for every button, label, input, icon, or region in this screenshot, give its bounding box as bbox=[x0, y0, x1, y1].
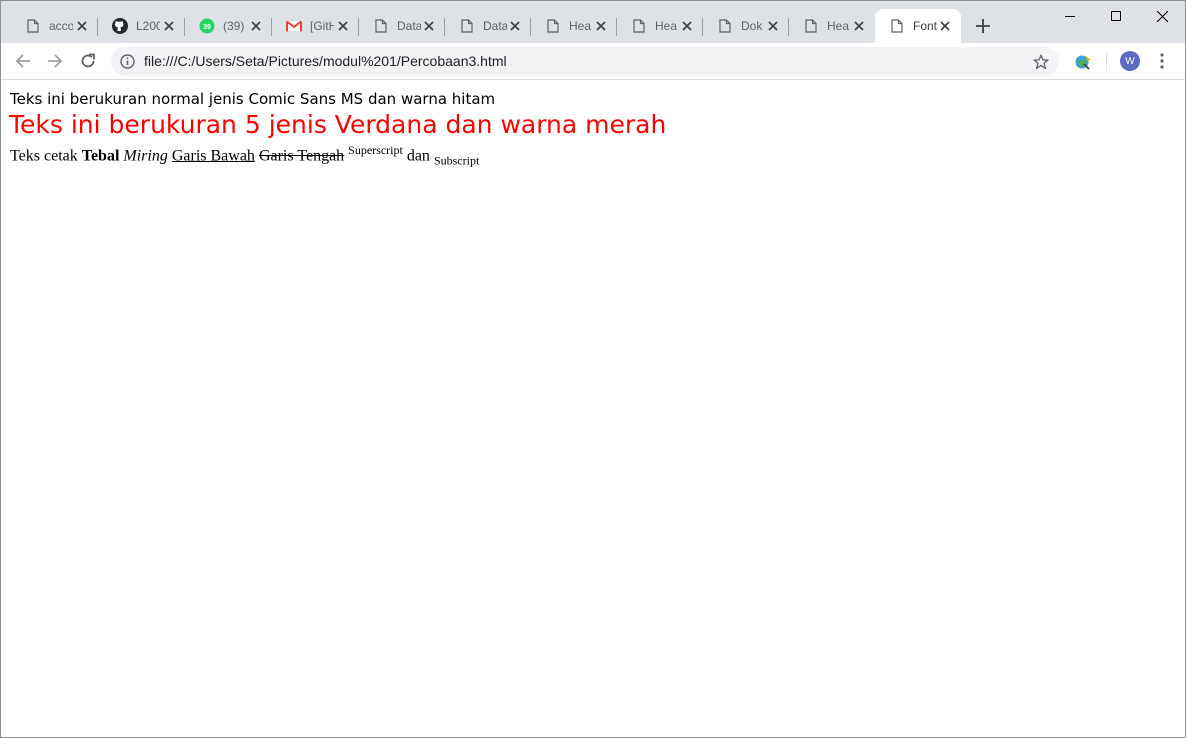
page-icon bbox=[25, 18, 41, 34]
menu-button[interactable] bbox=[1151, 50, 1173, 72]
verdana-red-line: Teks ini berukuran 5 jenis Verdana dan w… bbox=[9, 110, 667, 139]
tab-title: Data bbox=[397, 19, 421, 33]
info-icon[interactable] bbox=[119, 53, 136, 70]
close-icon[interactable] bbox=[248, 18, 264, 34]
minimize-button[interactable] bbox=[1047, 1, 1093, 31]
tab-font-active[interactable]: Font bbox=[875, 9, 961, 43]
github-icon bbox=[112, 18, 128, 34]
browser-window: account L200 39 (39) [GitHub] Data bbox=[0, 0, 1186, 738]
tab-whatsapp[interactable]: 39 (39) bbox=[185, 9, 272, 43]
close-icon[interactable] bbox=[161, 18, 177, 34]
close-icon[interactable] bbox=[851, 18, 867, 34]
page-icon bbox=[373, 18, 389, 34]
close-icon[interactable] bbox=[421, 18, 437, 34]
gmail-icon bbox=[286, 18, 302, 34]
back-arrow-icon bbox=[15, 54, 30, 68]
globe-download-icon bbox=[1075, 55, 1091, 70]
extension-button[interactable] bbox=[1072, 51, 1094, 73]
whatsapp-badge: 39 bbox=[203, 24, 211, 31]
maximize-button[interactable] bbox=[1093, 1, 1139, 31]
tab-title: (39) bbox=[223, 19, 245, 33]
reload-button[interactable] bbox=[74, 47, 102, 75]
tab-data-1[interactable]: Data bbox=[359, 9, 445, 43]
page-icon bbox=[459, 18, 475, 34]
new-tab-button[interactable] bbox=[971, 14, 995, 38]
tab-title: Hea bbox=[569, 19, 592, 33]
page-icon bbox=[717, 18, 733, 34]
toolbar-separator bbox=[1106, 53, 1107, 71]
italic-text: Miring bbox=[123, 147, 168, 165]
page-icon bbox=[803, 18, 819, 34]
comic-sans-line: Teks ini berukuran normal jenis Comic Sa… bbox=[10, 90, 496, 108]
whatsapp-icon: 39 bbox=[199, 18, 215, 34]
tab-account[interactable]: account bbox=[11, 9, 98, 43]
tab-title: Hea bbox=[827, 19, 850, 33]
forward-arrow-icon bbox=[48, 54, 63, 68]
tab-hea-2[interactable]: Hea bbox=[617, 9, 703, 43]
maximize-icon bbox=[1111, 11, 1121, 21]
tab-title: Data bbox=[483, 19, 507, 33]
page-icon bbox=[889, 18, 905, 34]
kebab-menu-icon bbox=[1160, 53, 1164, 69]
tab-dok[interactable]: Dok bbox=[703, 9, 789, 43]
dan-text: dan bbox=[406, 147, 430, 165]
tab-title: account bbox=[49, 19, 73, 33]
close-window-icon bbox=[1156, 10, 1168, 22]
close-icon[interactable] bbox=[593, 18, 609, 34]
bold-text: Tebal bbox=[81, 147, 120, 165]
subscript-text: Subscript bbox=[433, 153, 480, 168]
tab-gmail[interactable]: [GitHub] bbox=[272, 9, 359, 43]
close-icon[interactable] bbox=[679, 18, 695, 34]
page-icon bbox=[545, 18, 561, 34]
close-icon[interactable] bbox=[765, 18, 781, 34]
reload-icon bbox=[81, 53, 95, 68]
url-text[interactable]: file:///C:/Users/Seta/Pictures/modul%201… bbox=[144, 53, 507, 69]
tab-title: L200 bbox=[136, 19, 160, 33]
page-content: Teks ini berukuran normal jenis Comic Sa… bbox=[1, 80, 1185, 737]
tab-title: Dok bbox=[741, 19, 763, 33]
back-button[interactable] bbox=[9, 47, 37, 75]
strikethrough-text: Garis Tengah bbox=[258, 147, 345, 165]
bookmark-star-icon[interactable] bbox=[1031, 52, 1051, 72]
formatting-line: Teks cetak Tebal Miring Garis Bawah Gari… bbox=[10, 143, 479, 169]
tab-data-2[interactable]: Data bbox=[445, 9, 531, 43]
profile-avatar[interactable]: W bbox=[1120, 51, 1140, 71]
close-icon[interactable] bbox=[335, 18, 351, 34]
plus-icon bbox=[976, 19, 990, 33]
address-bar[interactable]: file:///C:/Users/Seta/Pictures/modul%201… bbox=[111, 47, 1059, 76]
browser-toolbar: file:///C:/Users/Seta/Pictures/modul%201… bbox=[1, 43, 1185, 80]
tab-hea-1[interactable]: Hea bbox=[531, 9, 617, 43]
tab-title: [GitHub] bbox=[310, 19, 334, 33]
prefix-text: Teks cetak bbox=[10, 147, 82, 165]
minimize-icon bbox=[1065, 16, 1075, 17]
underline-text: Garis Bawah bbox=[171, 147, 255, 165]
tab-hea-3[interactable]: Hea bbox=[789, 9, 875, 43]
tab-title: Hea bbox=[655, 19, 678, 33]
close-icon[interactable] bbox=[507, 18, 523, 34]
tab-title: Font bbox=[913, 19, 937, 33]
close-icon[interactable] bbox=[937, 18, 953, 34]
forward-button[interactable] bbox=[41, 47, 69, 75]
tab-github[interactable]: L200 bbox=[98, 9, 185, 43]
tab-strip: account L200 39 (39) [GitHub] Data bbox=[1, 1, 1185, 43]
close-icon[interactable] bbox=[74, 18, 90, 34]
page-icon bbox=[631, 18, 647, 34]
superscript-text: Superscript bbox=[348, 143, 403, 157]
close-window-button[interactable] bbox=[1139, 1, 1185, 31]
